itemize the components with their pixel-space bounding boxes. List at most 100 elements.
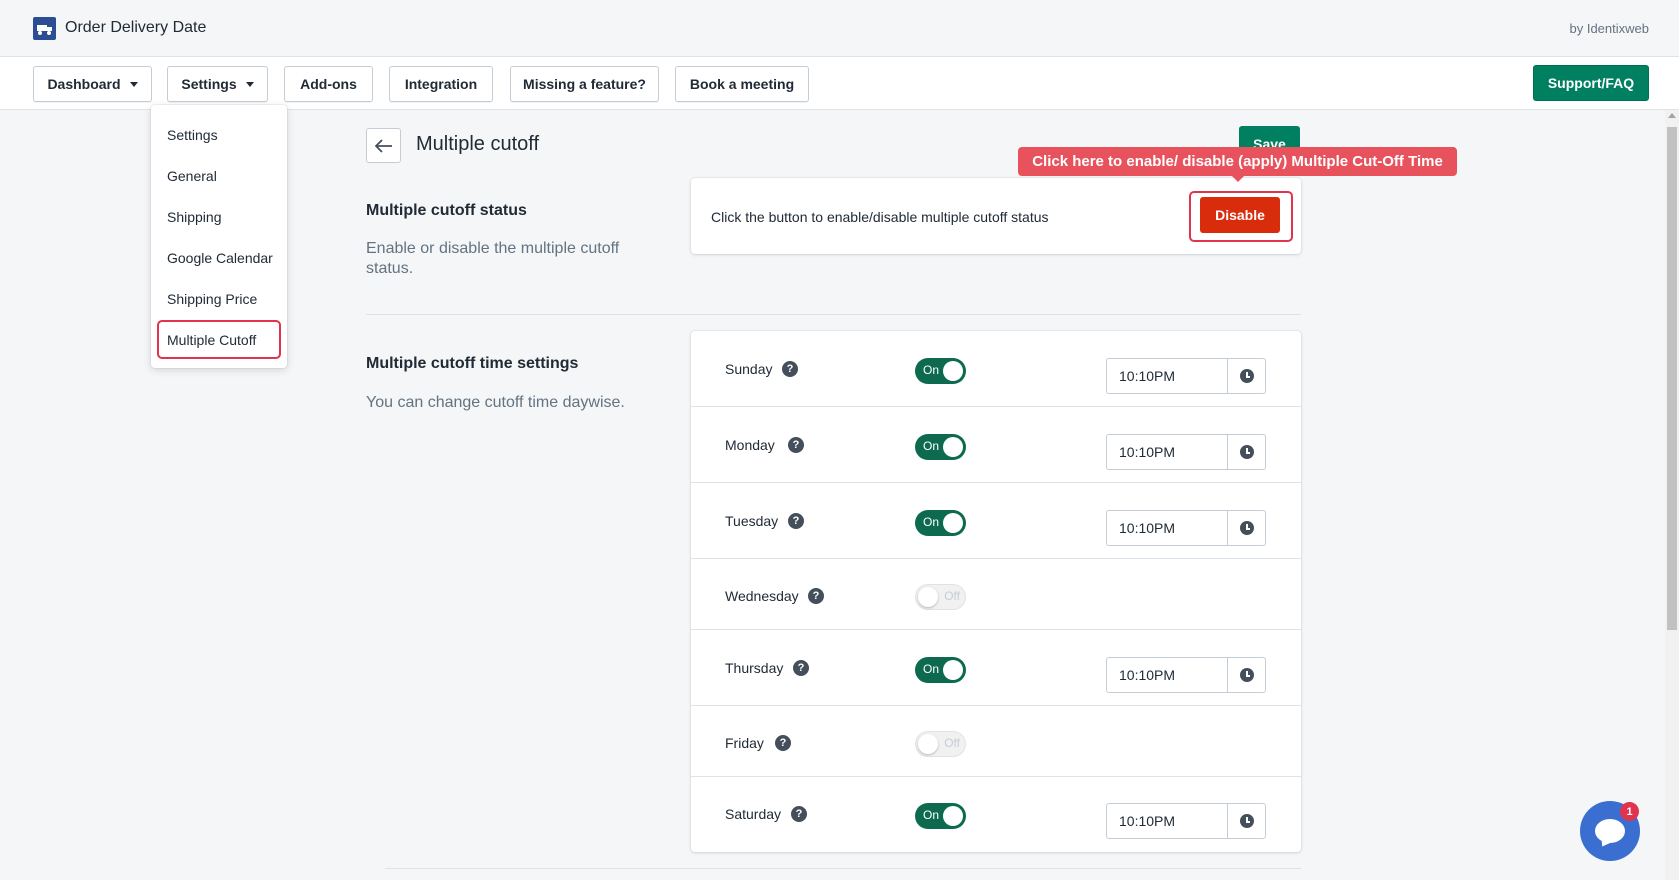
day-label: Tuesday bbox=[725, 513, 779, 529]
toggle-label: Off bbox=[944, 736, 960, 750]
clock-icon bbox=[1239, 521, 1254, 535]
day-label: Sunday bbox=[725, 361, 773, 377]
help-icon[interactable]: ? bbox=[808, 588, 824, 604]
toggle-wednesday[interactable]: Off bbox=[915, 584, 966, 610]
time-value: 10:10PM bbox=[1119, 813, 1176, 829]
app-header: Order Delivery Date by Identixweb bbox=[0, 0, 1679, 57]
time-picker-button[interactable] bbox=[1227, 359, 1265, 393]
toggle-label: On bbox=[923, 662, 940, 676]
day-row-tuesday: Tuesday ? On 10:10PM bbox=[691, 483, 1301, 559]
day-label: Thursday bbox=[725, 660, 784, 676]
day-label: Friday bbox=[725, 735, 764, 751]
time-picker-button[interactable] bbox=[1227, 658, 1265, 692]
status-card-text: Click the button to enable/disable multi… bbox=[711, 209, 1049, 225]
back-button[interactable] bbox=[366, 128, 401, 163]
clock-icon bbox=[1239, 369, 1254, 383]
menu-item-google-calendar[interactable]: Google Calendar bbox=[167, 250, 273, 266]
toggle-knob bbox=[918, 734, 938, 754]
time-picker-button[interactable] bbox=[1227, 435, 1265, 469]
time-section-description: You can change cutoff time daywise. bbox=[366, 394, 625, 411]
help-icon[interactable]: ? bbox=[775, 735, 791, 751]
arrow-left-icon bbox=[374, 138, 392, 153]
disable-button[interactable]: Disable bbox=[1200, 197, 1280, 233]
time-input-thursday[interactable]: 10:10PM bbox=[1106, 657, 1266, 693]
menu-item-shipping[interactable]: Shipping bbox=[167, 209, 222, 225]
clock-icon bbox=[1239, 814, 1254, 828]
chat-notification-badge: 1 bbox=[1620, 802, 1639, 821]
time-section-title: Multiple cutoff time settings bbox=[366, 355, 579, 372]
toggle-knob bbox=[943, 513, 963, 533]
bottom-divider bbox=[385, 868, 1301, 869]
toggle-label: Off bbox=[944, 589, 960, 603]
help-icon[interactable]: ? bbox=[788, 437, 804, 453]
scroll-up-arrow-icon[interactable] bbox=[1668, 113, 1676, 118]
status-section-description: Enable or disable the multiple cutoff st… bbox=[366, 240, 620, 277]
day-row-wednesday: Wednesday ? Off bbox=[691, 559, 1301, 630]
scrollbar-thumb[interactable] bbox=[1667, 127, 1677, 630]
time-value: 10:10PM bbox=[1119, 520, 1176, 536]
toggle-knob bbox=[943, 361, 963, 381]
dashboard-label: Dashboard bbox=[47, 76, 121, 92]
missing-feature-button[interactable]: Missing a feature? bbox=[510, 66, 659, 102]
support-faq-button[interactable]: Support/FAQ bbox=[1533, 65, 1649, 101]
time-input-tuesday[interactable]: 10:10PM bbox=[1106, 510, 1266, 546]
time-input-sunday[interactable]: 10:10PM bbox=[1106, 358, 1266, 394]
menu-item-settings[interactable]: Settings bbox=[167, 127, 218, 143]
app-title: Order Delivery Date bbox=[65, 19, 207, 36]
toggle-thursday[interactable]: On bbox=[915, 657, 966, 683]
status-section-title: Multiple cutoff status bbox=[366, 202, 527, 219]
day-settings-card: Sunday ? On 10:10PM Monday ? On 10:10PM … bbox=[691, 331, 1301, 852]
day-row-thursday: Thursday ? On 10:10PM bbox=[691, 630, 1301, 706]
toggle-friday[interactable]: Off bbox=[915, 731, 966, 757]
caret-down-icon bbox=[245, 81, 254, 87]
day-label: Monday bbox=[725, 437, 775, 453]
clock-icon bbox=[1239, 445, 1254, 459]
time-picker-button[interactable] bbox=[1227, 804, 1265, 838]
settings-dropdown-menu: Settings General Shipping Google Calenda… bbox=[151, 105, 287, 368]
time-picker-button[interactable] bbox=[1227, 511, 1265, 545]
toggle-saturday[interactable]: On bbox=[915, 803, 966, 829]
toggle-sunday[interactable]: On bbox=[915, 358, 966, 384]
toggle-label: On bbox=[923, 808, 940, 822]
menu-item-multiple-cutoff[interactable]: Multiple Cutoff bbox=[167, 332, 256, 348]
day-row-monday: Monday ? On 10:10PM bbox=[691, 407, 1301, 483]
menu-item-general[interactable]: General bbox=[167, 168, 217, 184]
settings-label: Settings bbox=[181, 76, 237, 92]
day-label: Saturday bbox=[725, 806, 782, 822]
chat-bubble-icon bbox=[1595, 819, 1625, 843]
help-icon[interactable]: ? bbox=[791, 806, 807, 822]
day-label: Wednesday bbox=[725, 588, 799, 604]
page-title: Multiple cutoff bbox=[416, 133, 540, 155]
vendor-credit: by Identixweb bbox=[1569, 21, 1650, 36]
day-row-saturday: Saturday ? On 10:10PM bbox=[691, 777, 1301, 852]
time-value: 10:10PM bbox=[1119, 368, 1176, 384]
toggle-label: On bbox=[923, 439, 940, 453]
toggle-label: On bbox=[923, 515, 940, 529]
time-value: 10:10PM bbox=[1119, 667, 1176, 683]
toggle-knob bbox=[918, 587, 938, 607]
dashboard-button[interactable]: Dashboard bbox=[33, 66, 152, 102]
time-input-saturday[interactable]: 10:10PM bbox=[1106, 803, 1266, 839]
help-icon[interactable]: ? bbox=[782, 361, 798, 377]
toggle-monday[interactable]: On bbox=[915, 434, 966, 460]
page-scrollbar[interactable] bbox=[1665, 110, 1679, 880]
caret-down-icon bbox=[129, 81, 138, 87]
time-input-monday[interactable]: 10:10PM bbox=[1106, 434, 1266, 470]
book-meeting-button[interactable]: Book a meeting bbox=[675, 66, 809, 102]
help-icon[interactable]: ? bbox=[788, 513, 804, 529]
toggle-knob bbox=[943, 806, 963, 826]
enable-disable-tooltip: Click here to enable/ disable (apply) Mu… bbox=[1018, 147, 1457, 182]
time-value: 10:10PM bbox=[1119, 444, 1176, 460]
toggle-tuesday[interactable]: On bbox=[915, 510, 966, 536]
menu-item-shipping-price[interactable]: Shipping Price bbox=[167, 291, 257, 307]
help-icon[interactable]: ? bbox=[793, 660, 809, 676]
section-divider bbox=[366, 314, 1301, 315]
status-card: Click the button to enable/disable multi… bbox=[691, 178, 1301, 254]
delivery-truck-icon bbox=[33, 17, 56, 40]
day-row-friday: Friday ? Off bbox=[691, 706, 1301, 777]
integration-button[interactable]: Integration bbox=[389, 66, 493, 102]
toggle-label: On bbox=[923, 363, 940, 377]
main-nav: Dashboard Settings Add-ons Integration M… bbox=[0, 57, 1679, 110]
settings-button[interactable]: Settings bbox=[167, 66, 268, 102]
addons-button[interactable]: Add-ons bbox=[284, 66, 373, 102]
